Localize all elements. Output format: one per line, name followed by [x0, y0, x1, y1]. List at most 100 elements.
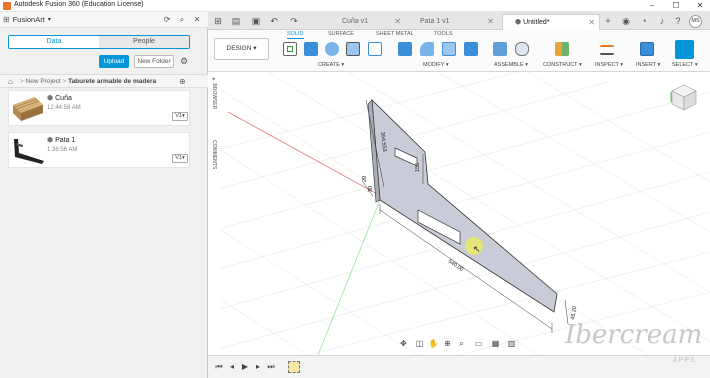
revolve-icon[interactable] — [325, 42, 339, 56]
refresh-icon[interactable]: ⟳ — [162, 15, 172, 25]
combine-icon[interactable] — [464, 42, 478, 56]
hole-icon[interactable] — [346, 42, 360, 56]
measure-icon[interactable] — [600, 45, 614, 55]
workspace-switcher[interactable]: DESIGN ▾ — [214, 38, 269, 60]
joint-icon[interactable] — [515, 42, 529, 56]
viewports-icon[interactable]: ▥ — [506, 338, 517, 349]
dimension-label-4[interactable]: 30 — [368, 186, 374, 192]
select-icon[interactable] — [675, 40, 694, 59]
breadcrumb: ⌂ > New Project > Taburete armable de ma… — [0, 74, 208, 88]
extrude-icon[interactable] — [304, 42, 318, 56]
extensions-icon[interactable]: ◉ — [620, 15, 632, 27]
orbit-icon[interactable]: ✥ — [398, 338, 409, 349]
window-title: Autodesk Fusion 360 (Education License) — [14, 1, 144, 8]
step-back-icon[interactable]: ◂ — [227, 362, 237, 372]
modify-group-label[interactable]: MODIFY ▾ — [423, 62, 449, 68]
tab-data[interactable]: Data — [9, 36, 99, 48]
maximize-icon[interactable]: ☐ — [668, 0, 684, 12]
model-canvas[interactable]: 394.553 155 20 30 540.00 45.20 — [208, 72, 710, 355]
leg-part[interactable] — [367, 98, 558, 313]
new-tab-icon[interactable]: + — [602, 15, 614, 27]
inspect-group-label[interactable]: INSPECT ▾ — [595, 62, 623, 68]
browser-label[interactable]: ▸ BROWSER — [211, 76, 217, 109]
press-pull-icon[interactable] — [398, 42, 412, 56]
create-group-label[interactable]: CREATE ▾ — [318, 62, 344, 68]
upload-button[interactable]: Upload — [99, 55, 129, 68]
component-icon: ⬢ — [47, 137, 54, 144]
help-icon[interactable]: ? — [672, 15, 684, 27]
redo-icon[interactable]: ↷ — [288, 15, 300, 27]
display-settings-icon[interactable]: ▭ — [473, 338, 484, 349]
file-item-pata-1[interactable]: ⬢ Pata 1 1:36:56 AM V1▾ — [8, 132, 190, 168]
go-to-end-icon[interactable]: ⏭ — [266, 362, 276, 372]
watermark-sub: APPS — [673, 357, 696, 364]
version-badge[interactable]: V1▾ — [172, 154, 188, 163]
dimension-label-5[interactable]: 540.00 — [447, 259, 464, 273]
tab-solid[interactable]: SOLID — [287, 31, 304, 39]
job-status-icon[interactable]: ◔ — [638, 15, 650, 27]
data-panel-header: ⊞ FusionArt ▾ ⟳ ⌕ ✕ — [0, 12, 208, 28]
close-tab-icon[interactable]: ✕ — [487, 14, 494, 30]
save-icon[interactable]: ▣ — [250, 15, 262, 27]
tab-pata-1[interactable]: Pata 1 v1 ✕ — [408, 14, 498, 30]
select-group-label[interactable]: SELECT ▾ — [672, 62, 698, 68]
fillet-icon[interactable] — [420, 42, 434, 56]
comments-label[interactable]: COMMENTS — [211, 140, 217, 169]
search-icon[interactable]: ⌕ — [177, 15, 187, 25]
insert-image-icon[interactable] — [640, 42, 654, 56]
pointer-icon: ↖ — [473, 244, 481, 254]
file-item-cuna[interactable]: ⬢ Cuña 12:44:58 AM V1▾ — [8, 90, 190, 126]
dimension-label-2[interactable]: 155 — [415, 163, 421, 172]
tab-sheet-metal[interactable]: SHEET METAL — [376, 31, 414, 37]
close-panel-icon[interactable]: ✕ — [192, 15, 202, 25]
file-time: 12:44:58 AM — [47, 105, 81, 111]
insert-group-label[interactable]: INSERT ▾ — [636, 62, 660, 68]
play-icon[interactable]: ▶ — [240, 362, 250, 372]
go-to-start-icon[interactable]: ⏮ — [214, 362, 224, 372]
notifications-icon[interactable]: ♪ — [656, 15, 668, 27]
timeline-sketch-marker-icon[interactable] — [288, 361, 300, 373]
offset-plane-icon[interactable] — [555, 42, 569, 56]
toolbar-ribbon: DESIGN ▾ SOLID SURFACE SHEET METAL TOOLS… — [208, 30, 710, 72]
zoom-icon[interactable]: ⊕ — [442, 338, 453, 349]
close-window-icon[interactable]: ✕ — [692, 0, 708, 12]
undo-icon[interactable]: ↶ — [268, 15, 280, 27]
chevron-down-icon: ▾ — [47, 17, 51, 23]
look-at-icon[interactable]: ◫ — [414, 338, 425, 349]
close-tab-icon[interactable]: ✕ — [394, 14, 401, 30]
home-icon[interactable]: ⌂ — [8, 77, 13, 86]
construct-group-label[interactable]: CONSTRUCT ▾ — [543, 62, 582, 68]
dimension-label-6[interactable]: 45.20 — [570, 306, 578, 321]
canvas-viewport[interactable]: 394.553 155 20 30 540.00 45.20 — [208, 72, 710, 355]
file-menu-icon[interactable]: ▤ — [230, 15, 242, 27]
shell-icon[interactable] — [442, 42, 456, 56]
close-tab-icon[interactable]: ✕ — [588, 15, 595, 31]
pan-icon[interactable]: ✋ — [428, 338, 439, 349]
breadcrumb-parent[interactable]: New Project — [26, 78, 61, 85]
tab-untitled[interactable]: ⬢ Untitled* ✕ — [502, 14, 600, 30]
tab-surface[interactable]: SURFACE — [328, 31, 354, 37]
dimension-label-3[interactable]: 20 — [362, 176, 368, 182]
pattern-icon[interactable] — [368, 42, 382, 56]
avatar[interactable]: MS — [689, 15, 702, 28]
breadcrumb-current: Taburete armable de madera — [68, 78, 157, 85]
file-name: ⬢ Cuña — [47, 94, 72, 103]
grid-settings-icon[interactable]: ▦ — [490, 338, 501, 349]
new-component-icon[interactable] — [493, 42, 507, 56]
step-forward-icon[interactable]: ▸ — [253, 362, 263, 372]
assemble-group-label[interactable]: ASSEMBLE ▾ — [494, 62, 528, 68]
data-panel-toggle-icon[interactable]: ⊞ — [212, 15, 224, 27]
tab-tools[interactable]: TOOLS — [434, 31, 453, 37]
tab-cuna[interactable]: Cuña v1 ✕ — [330, 14, 405, 30]
version-badge[interactable]: V1▾ — [172, 112, 188, 121]
create-sketch-icon[interactable] — [283, 42, 297, 56]
project-selector[interactable]: ⊞ FusionArt ▾ — [3, 15, 51, 24]
new-project-icon[interactable]: ⊕ — [179, 77, 186, 86]
gear-icon[interactable]: ⚙ — [179, 56, 189, 66]
new-folder-button[interactable]: New Folder — [134, 55, 174, 68]
view-cube[interactable] — [669, 82, 699, 112]
fit-icon[interactable]: ⌕ — [456, 338, 467, 349]
minimize-icon[interactable]: – — [644, 0, 660, 12]
x-axis-line — [227, 111, 389, 201]
tab-people[interactable]: People — [99, 36, 189, 48]
